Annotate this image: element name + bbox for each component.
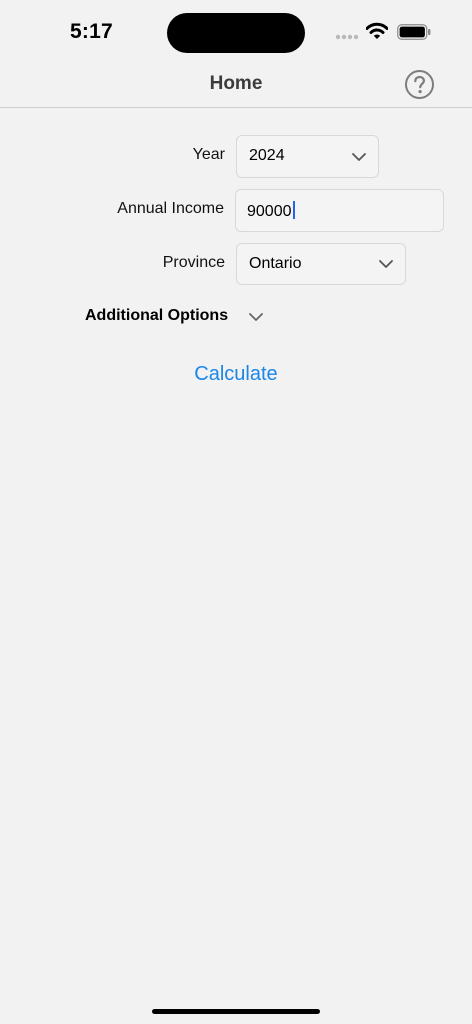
additional-options-toggle[interactable] [243, 306, 269, 328]
wifi-icon [366, 22, 388, 39]
navigation-bar: Home [0, 62, 472, 108]
province-label: Province [162, 254, 225, 271]
annual-income-input[interactable]: 90000 [235, 189, 444, 232]
annual-income-label: Annual Income [117, 200, 224, 217]
year-value: 2024 [249, 147, 285, 164]
home-indicator[interactable] [152, 1009, 320, 1014]
page-title: Home [209, 73, 263, 94]
chevron-down-icon [379, 260, 393, 268]
additional-options-label: Additional Options [85, 307, 229, 324]
chevron-down-icon [352, 153, 366, 161]
status-time: 5:17 [70, 20, 113, 43]
text-caret [292, 201, 295, 219]
cellular-signal-icon [335, 34, 359, 40]
chevron-down-icon [249, 313, 263, 321]
annual-income-value: 90000 [247, 203, 292, 220]
annual-income-value-wrap: 90000 [247, 201, 295, 221]
province-value: Ontario [249, 255, 302, 272]
question-circle-icon [405, 70, 434, 99]
dynamic-island [167, 13, 305, 53]
calculate-button[interactable]: Calculate [160, 363, 312, 389]
province-select[interactable]: Ontario [236, 243, 406, 285]
year-label: Year [192, 146, 225, 163]
battery-icon [397, 24, 431, 40]
help-button[interactable] [404, 69, 435, 100]
year-select[interactable]: 2024 [236, 135, 379, 178]
home-screen: 5:17 Home Year 2024 Annual Income 90000 … [0, 0, 472, 1024]
status-bar: 5:17 [0, 0, 472, 62]
